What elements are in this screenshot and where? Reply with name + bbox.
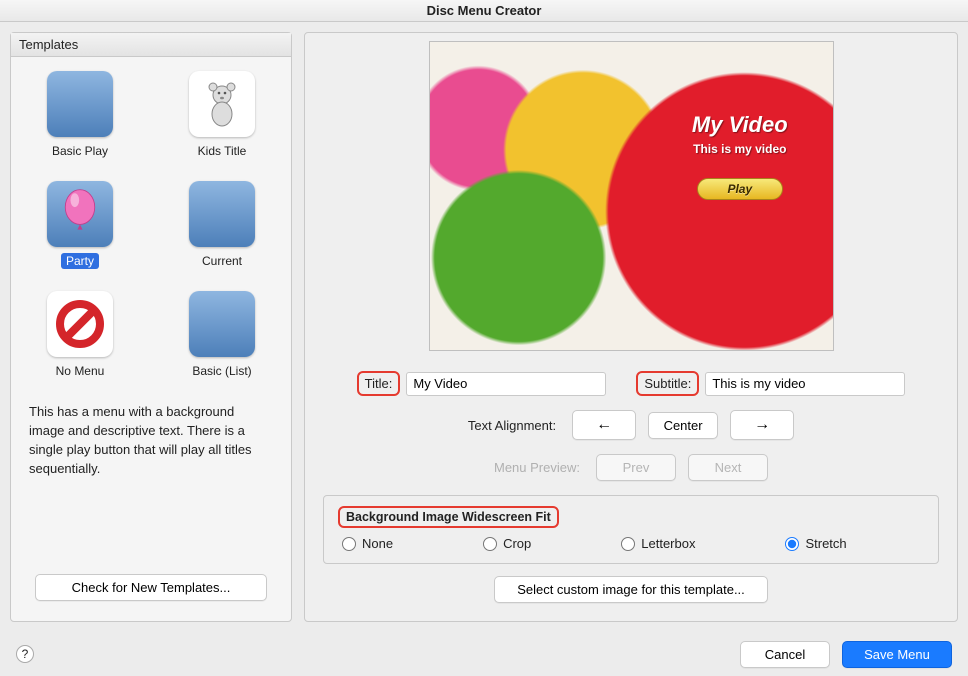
menu-preview: My Video This is my video Play (429, 41, 834, 351)
templates-panel: Templates Basic Play (10, 32, 292, 622)
arrow-left-icon: ← (596, 416, 612, 433)
fit-radio-crop[interactable] (483, 537, 497, 551)
align-right-button[interactable]: → (730, 410, 794, 440)
background-fit-title: Background Image Widescreen Fit (338, 506, 559, 528)
menu-preview-label: Menu Preview: (494, 460, 580, 475)
template-thumb-current (189, 181, 255, 247)
fit-option-letterbox[interactable]: Letterbox (621, 536, 695, 551)
fit-option-crop[interactable]: Crop (483, 536, 531, 551)
template-party[interactable]: Party (35, 181, 125, 269)
fit-radio-stretch[interactable] (785, 537, 799, 551)
preview-play-button: Play (697, 178, 783, 200)
window-title: Disc Menu Creator (0, 0, 968, 22)
save-menu-button[interactable]: Save Menu (842, 641, 952, 668)
template-grid: Basic Play Kids Title (11, 57, 291, 385)
template-label: Current (197, 253, 247, 269)
fit-label: Crop (503, 536, 531, 551)
template-label: No Menu (51, 363, 110, 379)
balloon-icon (54, 188, 106, 240)
fit-option-stretch[interactable]: Stretch (785, 536, 846, 551)
align-left-button[interactable]: ← (572, 410, 636, 440)
template-label: Basic (List) (187, 363, 256, 379)
select-custom-image-button[interactable]: Select custom image for this template... (494, 576, 768, 603)
editor-panel: My Video This is my video Play Title: Su… (304, 32, 958, 622)
template-kids-title[interactable]: Kids Title (177, 71, 267, 159)
template-label: Basic Play (47, 143, 113, 159)
align-center-button[interactable]: Center (648, 412, 718, 439)
template-description: This has a menu with a background image … (11, 385, 291, 560)
template-thumb-party (47, 181, 113, 247)
no-entry-icon (54, 298, 106, 350)
template-current[interactable]: Current (177, 181, 267, 269)
prev-button[interactable]: Prev (596, 454, 676, 481)
subtitle-label: Subtitle: (636, 371, 699, 396)
template-thumb-basic-list (189, 291, 255, 357)
teddy-bear-icon (196, 78, 248, 130)
template-thumb-kids-title (189, 71, 255, 137)
fit-radio-none[interactable] (342, 537, 356, 551)
check-templates-button[interactable]: Check for New Templates... (35, 574, 267, 601)
templates-header: Templates (11, 33, 291, 57)
template-basic-play[interactable]: Basic Play (35, 71, 125, 159)
preview-title: My Video (655, 112, 824, 138)
fit-label: Letterbox (641, 536, 695, 551)
template-basic-list[interactable]: Basic (List) (177, 291, 267, 379)
background-fit-section: Background Image Widescreen Fit None Cro… (323, 495, 939, 564)
fit-option-none[interactable]: None (342, 536, 393, 551)
cancel-button[interactable]: Cancel (740, 641, 830, 668)
template-label: Party (61, 253, 99, 269)
fit-label: None (362, 536, 393, 551)
template-thumb-basic-play (47, 71, 113, 137)
title-input[interactable] (406, 372, 606, 396)
subtitle-input[interactable] (705, 372, 905, 396)
fit-radio-letterbox[interactable] (621, 537, 635, 551)
title-label: Title: (357, 371, 401, 396)
dialog-footer: ? Cancel Save Menu (0, 632, 968, 676)
preview-subtitle: This is my video (655, 142, 824, 156)
template-thumb-no-menu (47, 291, 113, 357)
alignment-label: Text Alignment: (468, 418, 556, 433)
next-button[interactable]: Next (688, 454, 768, 481)
help-button[interactable]: ? (16, 645, 34, 663)
template-label: Kids Title (193, 143, 252, 159)
arrow-right-icon: → (754, 416, 770, 433)
fit-label: Stretch (805, 536, 846, 551)
template-no-menu[interactable]: No Menu (35, 291, 125, 379)
